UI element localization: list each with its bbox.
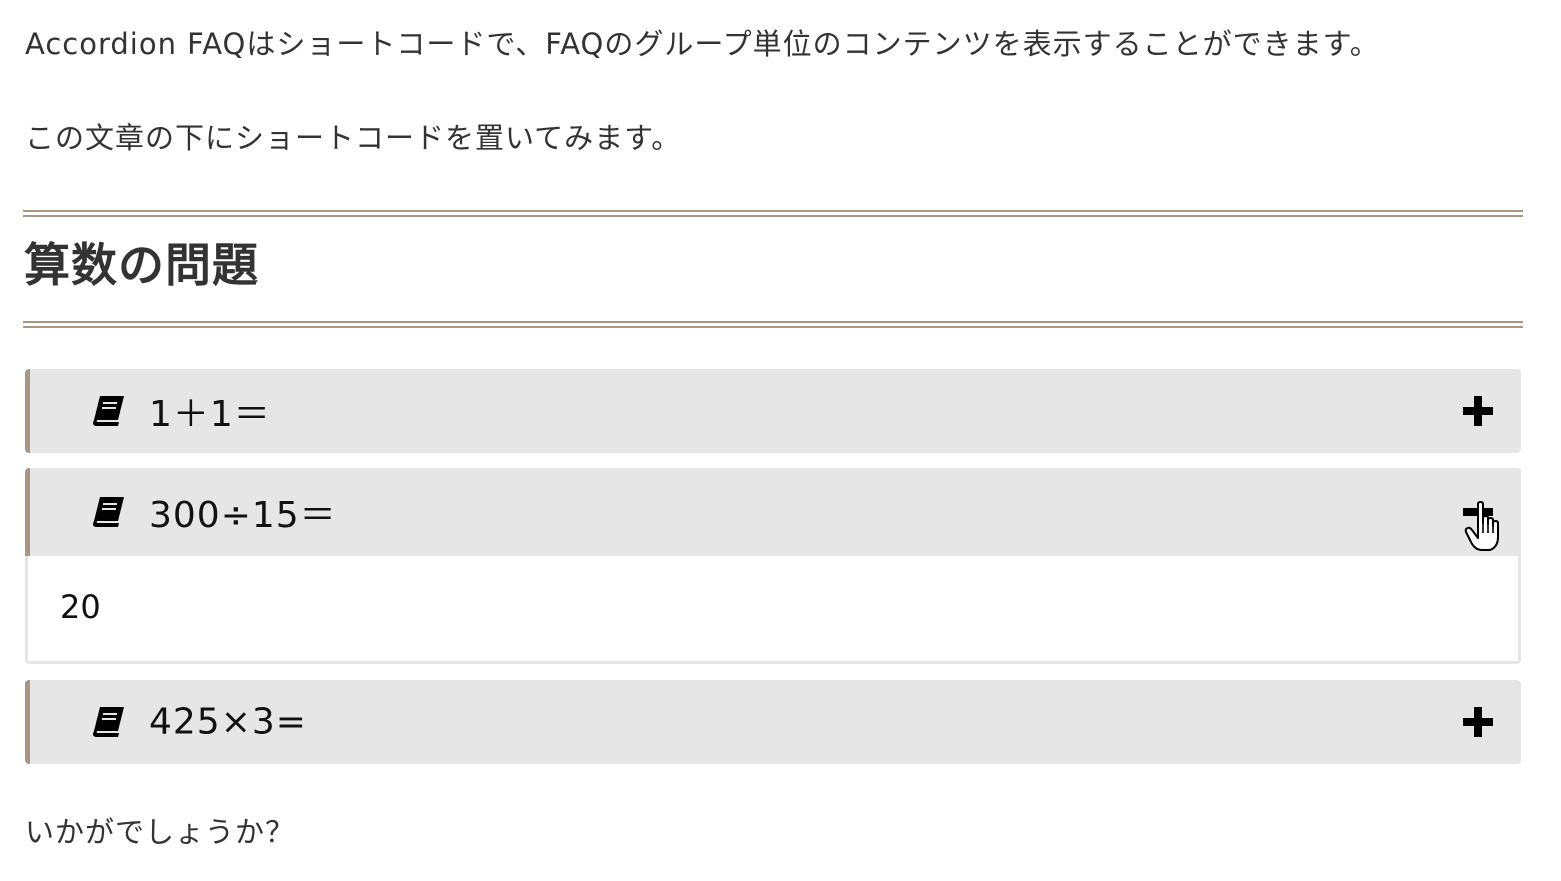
faq-question-toggle[interactable]: 300÷15＝ <box>25 468 1521 556</box>
faq-answer-text: 20 <box>60 588 101 626</box>
intro-text-2: この文章の下にショートコードを置いてみます。 <box>25 121 682 155</box>
plus-icon[interactable] <box>1463 396 1493 426</box>
faq-question-toggle[interactable]: 425×3= <box>25 680 1521 764</box>
faq-question-toggle[interactable]: 1＋1＝ <box>25 369 1521 453</box>
faq-group-header: 算数の問題 <box>23 210 1523 328</box>
heading-rule-bottom <box>23 321 1523 328</box>
faq-item: 300÷15＝ 20 <box>25 468 1521 664</box>
book-icon <box>93 707 124 737</box>
faq-question-text: 300÷15＝ <box>149 495 337 536</box>
outro-text: いかがでしょうか？ <box>25 815 296 849</box>
faq-question-text: 1＋1＝ <box>149 394 271 435</box>
faq-group-title: 算数の問題 <box>24 238 259 292</box>
plus-icon[interactable] <box>1463 707 1493 737</box>
intro-text: Accordion FAQはショートコードで、FAQのグループ単位のコンテンツを… <box>25 27 1380 61</box>
book-icon <box>93 396 124 426</box>
heading-rule-top <box>23 210 1523 217</box>
page: Accordion FAQはショートコードで、FAQのグループ単位のコンテンツを… <box>0 0 1561 881</box>
faq-question-text: 425×3= <box>149 701 307 743</box>
book-icon <box>93 497 124 527</box>
faq-item: 1＋1＝ <box>25 369 1521 453</box>
faq-item: 425×3= <box>25 680 1521 764</box>
faq-answer-panel: 20 <box>25 556 1521 664</box>
hand-pointer-icon <box>1464 501 1499 551</box>
